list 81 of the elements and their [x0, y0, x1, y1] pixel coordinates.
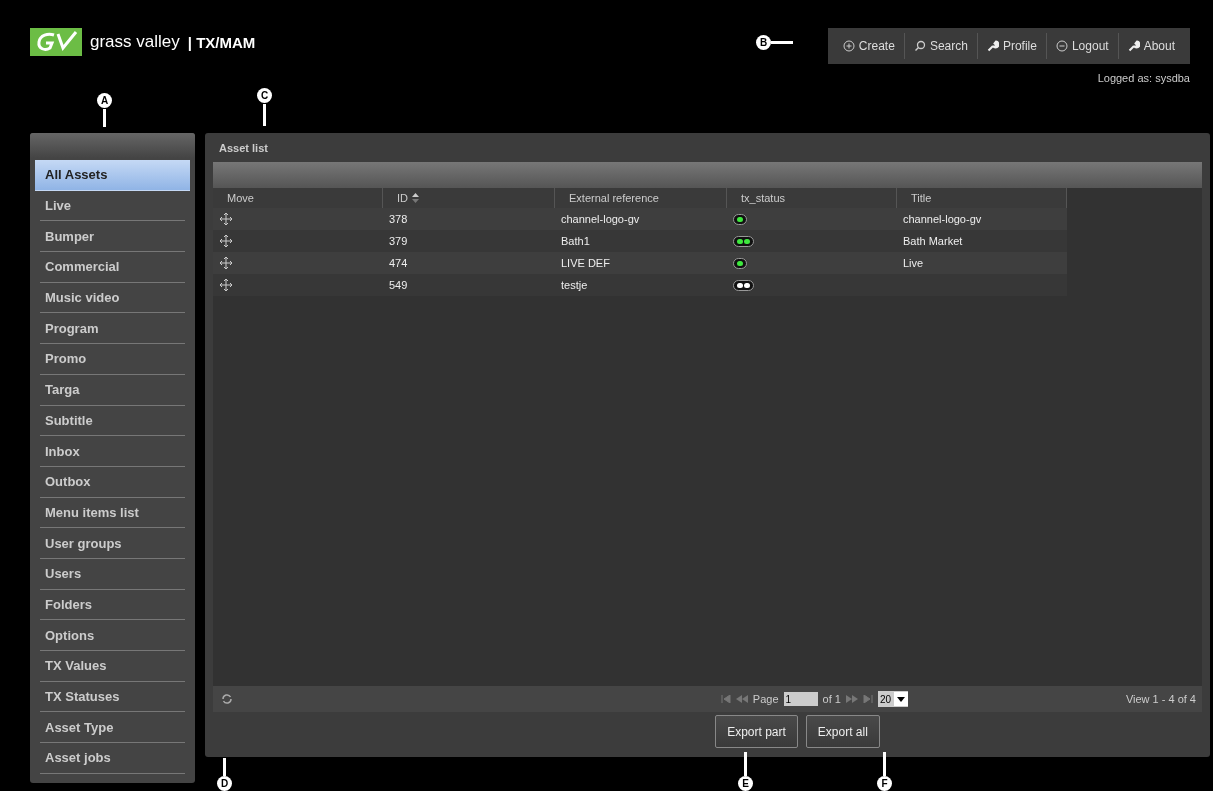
search-icon [913, 40, 926, 52]
table-cell: Live [897, 252, 1067, 274]
product-name: | TX/MAM [187, 33, 256, 51]
callout-marker: A [97, 93, 112, 108]
sidebar-item[interactable]: Targa [40, 374, 185, 406]
nav-button[interactable]: About [1117, 33, 1184, 59]
sidebar-item[interactable]: Users [40, 558, 185, 590]
callout-line [103, 109, 106, 127]
sidebar-item[interactable]: Inbox [40, 436, 185, 467]
table-cell: 549 [383, 274, 555, 296]
logged-user: Logged as: sysdba [1097, 72, 1190, 84]
callout-line [744, 752, 747, 776]
table-cell: LIVE DEF [555, 252, 727, 274]
table-cell: 474 [383, 252, 555, 274]
previous-page-icon[interactable] [735, 695, 748, 703]
view-count: View 1 - 4 of 4 [1125, 693, 1196, 705]
sidebar-item[interactable]: Live [40, 190, 185, 222]
table-cell: 379 [383, 230, 555, 252]
nav-button[interactable]: Logout [1045, 33, 1118, 59]
panel-title: Asset list [218, 140, 269, 156]
caret-icon [894, 692, 909, 706]
table-cell: channel-logo-gv [897, 208, 1067, 230]
callout-marker: E [738, 776, 753, 791]
wrench-icon [986, 40, 999, 52]
sidebar-item[interactable]: TX Values [40, 651, 185, 682]
sidebar-item[interactable]: Asset jobs [40, 743, 185, 774]
callout-line [771, 41, 793, 44]
column-header[interactable]: Title [897, 188, 1067, 208]
sidebar-item[interactable]: All Assets [35, 160, 190, 191]
plus-circle-icon [842, 40, 855, 52]
callout-line [263, 104, 266, 126]
callout-line [883, 752, 886, 776]
callout-marker: C [257, 88, 272, 103]
move-icon[interactable] [219, 256, 233, 270]
sidebar-item[interactable]: Subtitle [40, 405, 185, 437]
sidebar-item[interactable]: Outbox [40, 466, 185, 498]
sidebar-item[interactable]: Menu items list [40, 497, 185, 529]
page-count: of 1 [822, 693, 841, 705]
sidebar-item[interactable]: Program [40, 313, 185, 345]
first-page-icon[interactable] [720, 695, 731, 703]
last-page-icon[interactable] [862, 695, 873, 703]
sidebar-item[interactable]: Bumper [40, 221, 185, 253]
nav-button[interactable]: Profile [976, 33, 1046, 59]
sidebar-item[interactable]: TX Statuses [40, 681, 185, 713]
export-button[interactable]: Export all [805, 715, 880, 748]
refresh-icon[interactable] [221, 693, 233, 705]
page-input[interactable]: 1 [783, 692, 818, 706]
callout-marker: D [217, 776, 232, 791]
sidebar-item[interactable]: User groups [40, 528, 185, 559]
sidebar-item[interactable]: Commercial [40, 252, 185, 283]
page-label: Page [752, 693, 779, 705]
callout-marker: B [756, 35, 771, 50]
column-header[interactable]: tx_status [727, 188, 897, 208]
brand-name: grass valley [90, 32, 180, 52]
move-icon[interactable] [219, 212, 233, 226]
table-cell: 378 [383, 208, 555, 230]
column-header[interactable]: External reference [555, 188, 727, 208]
sidebar-item[interactable]: Asset Type [40, 712, 185, 744]
sort-icon [412, 193, 419, 203]
column-header[interactable]: ID [383, 188, 555, 208]
wrench-icon [1127, 40, 1140, 52]
move-icon[interactable] [219, 278, 233, 292]
callout-line [223, 758, 226, 776]
sidebar-item[interactable]: Promo [40, 344, 185, 375]
minus-circle-icon [1055, 40, 1068, 52]
table-cell: testje [555, 274, 727, 296]
nav-button[interactable]: Search [903, 33, 977, 59]
callout-marker: F [877, 776, 892, 791]
table-cell: Bath Market [897, 230, 1067, 252]
export-button[interactable]: Export part [715, 715, 798, 748]
nav-button[interactable]: Create [833, 33, 904, 59]
move-icon[interactable] [219, 234, 233, 248]
logo-icon [30, 28, 82, 56]
table-cell: Bath1 [555, 230, 727, 252]
table-cell: channel-logo-gv [555, 208, 727, 230]
sidebar-item[interactable]: Folders [40, 589, 185, 621]
sidebar-item[interactable]: Options [40, 620, 185, 651]
next-page-icon[interactable] [845, 695, 858, 703]
page-size-select[interactable]: 20 [877, 691, 909, 707]
sidebar-item[interactable]: Music video [40, 282, 185, 314]
column-header[interactable]: Move [213, 188, 383, 208]
